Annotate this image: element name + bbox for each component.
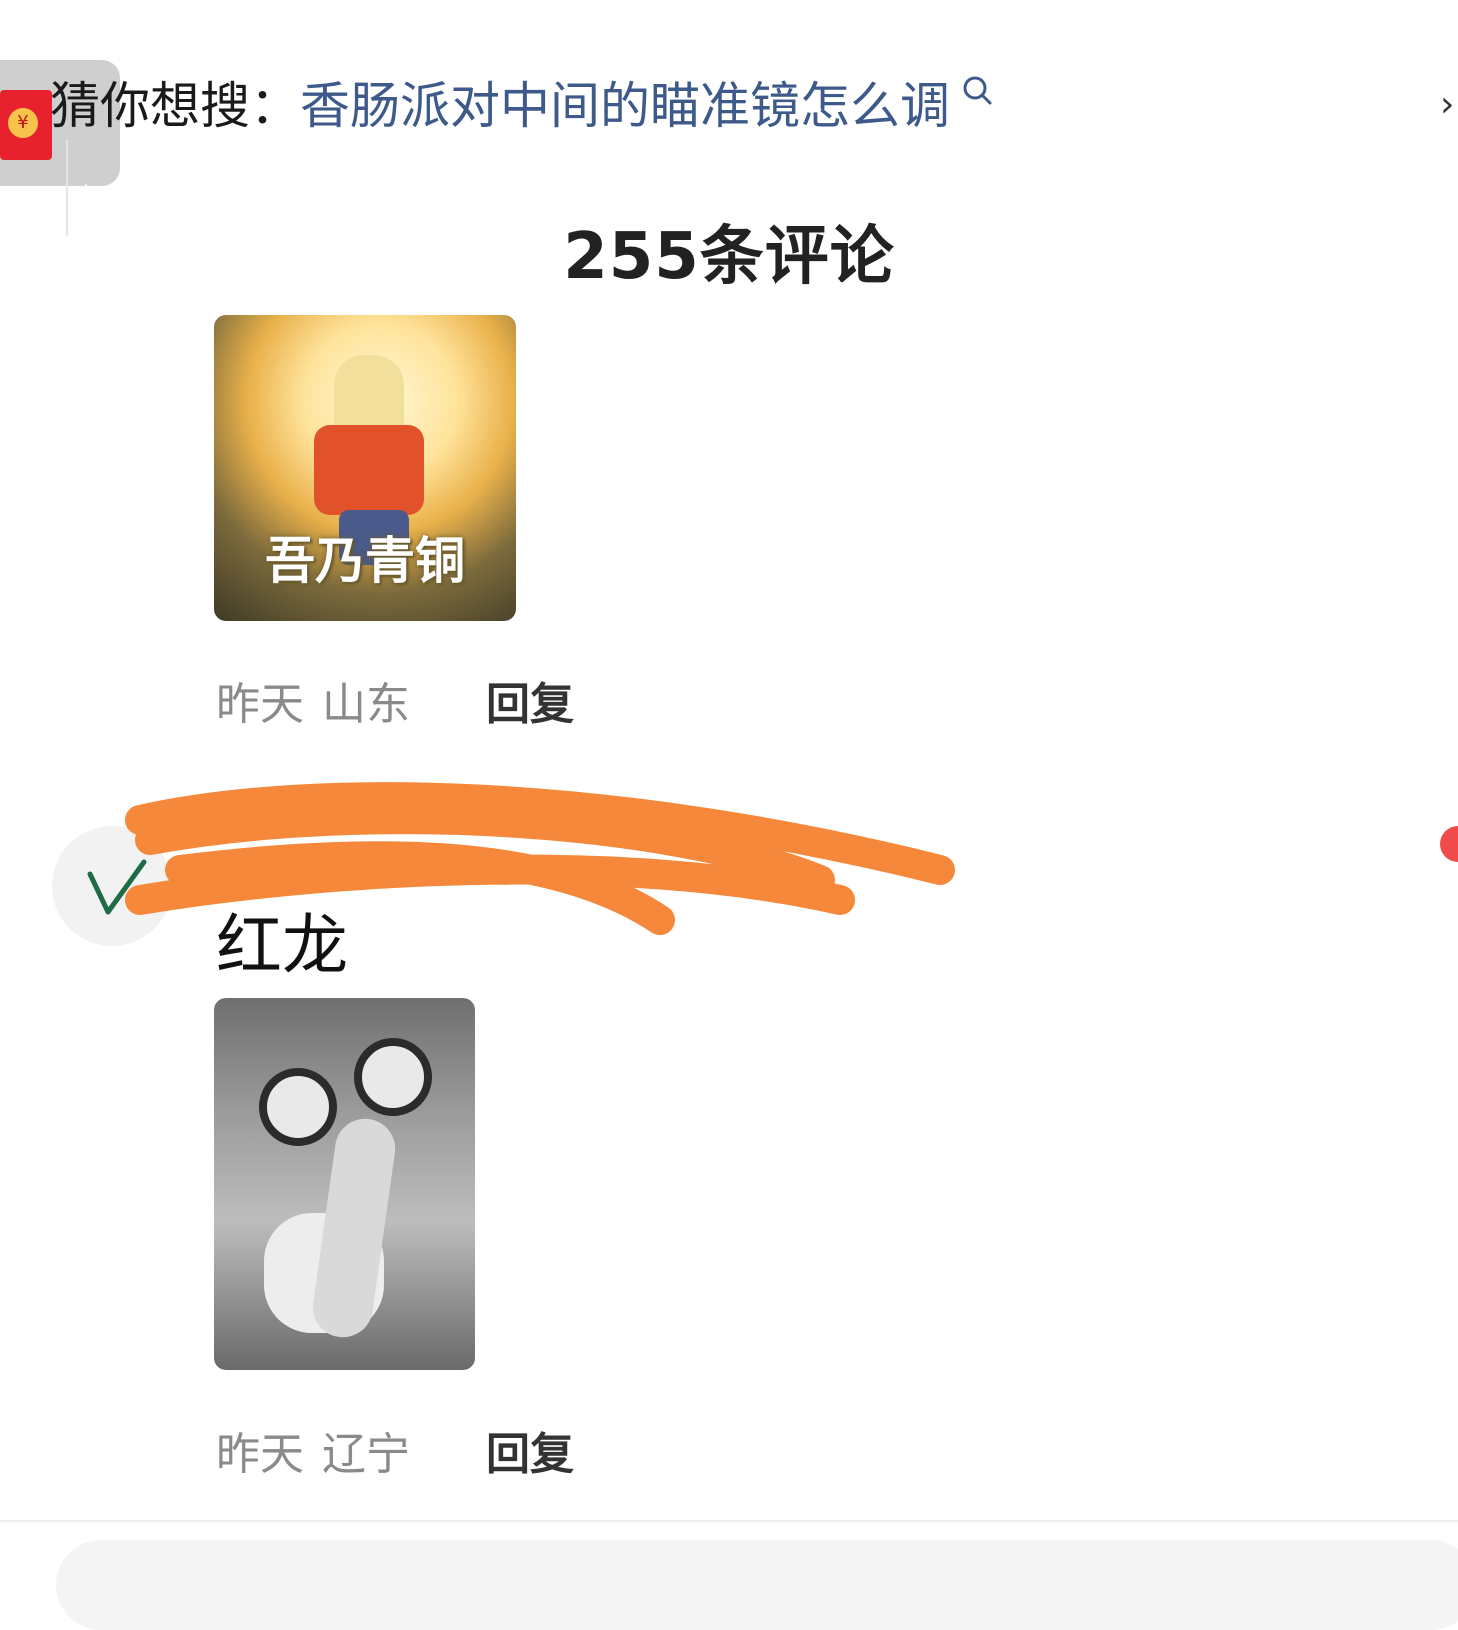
comment-time: 昨天 — [216, 1429, 304, 1480]
check-mark-icon — [87, 859, 147, 915]
divider — [0, 1520, 1458, 1522]
sticker-caption: 吾乃青铜 — [265, 532, 465, 590]
comment-nickname[interactable]: 红龙 — [216, 892, 348, 988]
sticker-image[interactable] — [214, 998, 475, 1370]
comment-time: 昨天 — [216, 679, 304, 730]
reply-button[interactable]: 回复 — [486, 1418, 574, 1482]
comment-input-field[interactable] — [56, 1540, 1458, 1630]
coin-icon: ¥ — [8, 108, 38, 138]
reply-button[interactable]: 回复 — [486, 668, 574, 732]
comment-location: 辽宁 — [322, 1429, 410, 1480]
search-suggestion[interactable]: 猜你想搜： 香肠派对中间的瞄准镜怎么调 — [50, 72, 994, 135]
comment-count-title: 255条评论 — [563, 220, 895, 294]
sticker-figure-shirt — [314, 425, 424, 515]
red-envelope-icon: ¥ — [0, 90, 52, 160]
chevron-right-icon: › — [82, 170, 96, 210]
sticker-eye — [259, 1068, 337, 1146]
sticker-eye — [354, 1038, 432, 1116]
search-icon[interactable] — [960, 73, 994, 107]
sticker-image[interactable]: 吾乃青铜 — [214, 315, 516, 621]
comment-meta: 昨天 辽宁 — [216, 1418, 410, 1482]
top-edge — [0, 0, 1458, 6]
notification-dot — [1440, 826, 1458, 862]
suggestion-query-link[interactable]: 香肠派对中间的瞄准镜怎么调 — [300, 66, 950, 138]
close-icon[interactable]: › — [1440, 84, 1454, 125]
suggestion-label: 猜你想搜： — [50, 77, 300, 135]
comment-meta: 昨天 山东 — [216, 668, 410, 732]
comment-location: 山东 — [322, 679, 410, 730]
